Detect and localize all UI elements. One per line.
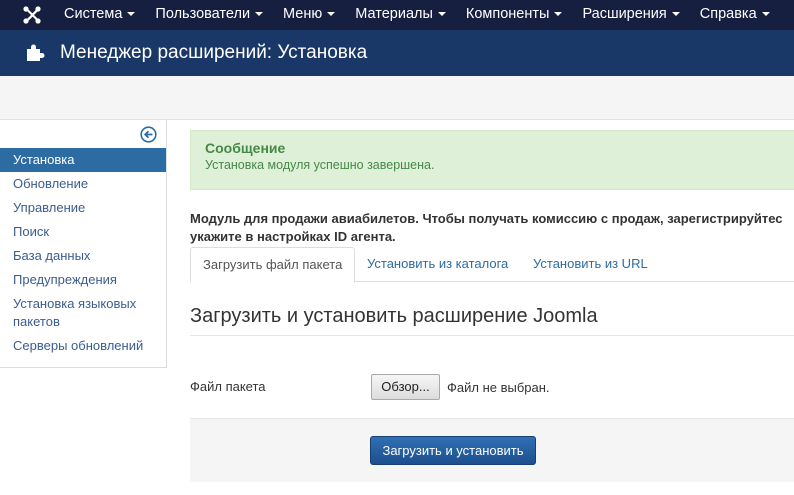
sidebar-item-label: База данных (13, 248, 91, 263)
sidebar-item-label: Установка (13, 152, 75, 167)
sidebar-item-label: Серверы обновлений (13, 338, 144, 353)
tab-install-from-url[interactable]: Установить из URL (533, 247, 648, 282)
description-line: укажите в настройках ID агента. (190, 229, 396, 244)
menu-label: Компоненты (465, 6, 550, 22)
puzzle-piece-icon (24, 41, 46, 63)
success-alert: Сообщение Установка модуля успешно завер… (190, 130, 794, 190)
sidebar-item-manage[interactable]: Управление (0, 196, 166, 220)
main-menu: Система Пользователи Меню Материалы Комп… (54, 0, 780, 30)
tab-install-from-directory[interactable]: Установить из каталога (367, 247, 508, 282)
menu-content[interactable]: Материалы (345, 0, 456, 30)
sidebar-item-update-sites[interactable]: Серверы обновлений (0, 334, 166, 358)
sidebar-item-label: Поиск (13, 224, 50, 239)
sidebar-item-install[interactable]: Установка (0, 148, 166, 172)
caret-down-icon (127, 12, 136, 17)
sidebar-item-database[interactable]: База данных (0, 244, 166, 268)
divider (190, 335, 794, 336)
sidebar-item-label: пакетов (13, 314, 60, 329)
sidebar-item-discover[interactable]: Поиск (0, 220, 166, 244)
menu-extensions[interactable]: Расширения (572, 0, 689, 30)
tab-upload-package[interactable]: Загрузить файл пакета (190, 247, 356, 283)
browse-button[interactable]: Обзор... (371, 374, 440, 400)
menu-label: Расширения (582, 6, 667, 22)
caret-down-icon (554, 12, 563, 17)
sidebar-item-label: Обновление (13, 176, 89, 191)
caret-down-icon (327, 12, 336, 17)
joomla-logo-icon[interactable] (22, 5, 42, 25)
upload-install-button[interactable]: Загрузить и установить (370, 436, 536, 465)
sidebar-item-label: Управление (13, 200, 86, 215)
menu-users[interactable]: Пользователи (145, 0, 273, 30)
section-title: Загрузить и установить расширение Joomla (190, 305, 598, 327)
menu-help[interactable]: Справка (690, 0, 780, 30)
extension-description: Модуль для продажи авиабилетов. Чтобы по… (190, 210, 794, 246)
sidebar-item-warnings[interactable]: Предупреждения (0, 268, 166, 292)
menu-label: Материалы (355, 6, 433, 22)
alert-message: Установка модуля успешно завершена. (205, 158, 435, 172)
arrow-left-circle-icon[interactable] (140, 126, 157, 143)
caret-down-icon (761, 12, 770, 17)
form-actions: Загрузить и установить (190, 418, 794, 482)
menu-components[interactable]: Компоненты (456, 0, 573, 30)
description-line: Модуль для продажи авиабилетов. Чтобы по… (190, 211, 783, 226)
caret-down-icon (437, 12, 446, 17)
page-title: Менеджер расширений: Установка (60, 42, 368, 63)
menu-label: Справка (699, 6, 757, 22)
file-status-text: Файл не выбран. (447, 380, 550, 395)
top-navbar: Система Пользователи Меню Материалы Комп… (0, 0, 794, 30)
caret-down-icon (671, 12, 680, 17)
sidebar-item-label: Установка языковых (13, 296, 137, 311)
menu-label: Меню (283, 6, 323, 22)
menu-system[interactable]: Система (54, 0, 145, 30)
sidebar-item-label: Предупреждения (13, 272, 117, 287)
menu-menus[interactable]: Меню (273, 0, 345, 30)
toolbar (0, 76, 794, 120)
menu-label: Пользователи (155, 6, 251, 22)
menu-label: Система (64, 6, 123, 22)
alert-heading: Сообщение (205, 140, 286, 156)
sidebar: Установка Обновление Управление Поиск Ба… (0, 120, 167, 368)
sidebar-item-update[interactable]: Обновление (0, 172, 166, 196)
sidebar-nav: Установка Обновление Управление Поиск Ба… (0, 148, 166, 358)
install-tabs: Загрузить файл пакета Установить из ката… (190, 247, 794, 283)
package-file-label: Файл пакета (190, 379, 266, 394)
caret-down-icon (255, 12, 264, 17)
sidebar-item-languages[interactable]: Установка языковых пакетов (0, 292, 166, 334)
page-header: Менеджер расширений: Установка (0, 30, 794, 76)
